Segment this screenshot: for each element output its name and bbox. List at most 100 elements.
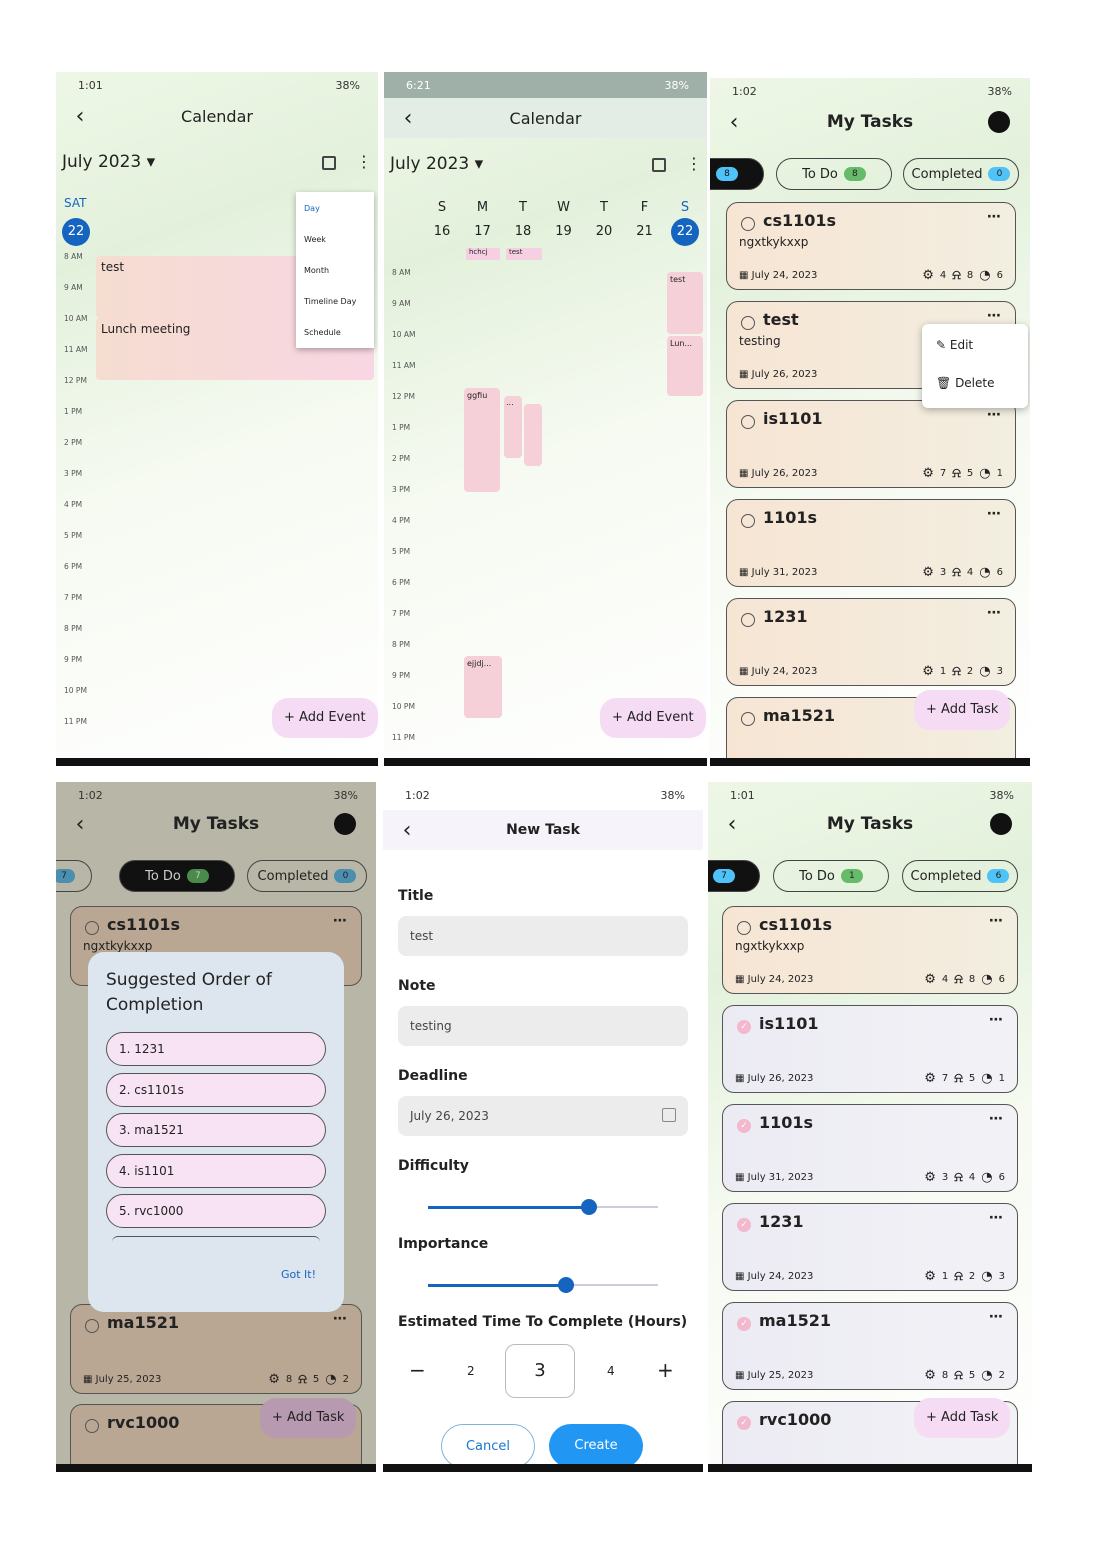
- checkbox-icon[interactable]: [741, 613, 755, 627]
- calendar-today-icon[interactable]: [322, 156, 336, 170]
- day-number[interactable]: 22: [62, 218, 90, 246]
- weekday-number[interactable]: 16: [428, 218, 456, 246]
- edit-menu-item[interactable]: ✎ Edit: [936, 338, 973, 352]
- checkbox-icon[interactable]: [85, 1419, 99, 1433]
- more-horiz-icon[interactable]: ⋯: [987, 407, 1001, 423]
- month-selector[interactable]: July 2023 ▾: [62, 152, 155, 172]
- tab-all[interactable]: 7: [56, 860, 92, 892]
- more-horiz-icon[interactable]: ⋯: [989, 1012, 1003, 1028]
- back-icon[interactable]: ‹: [66, 104, 94, 129]
- checkbox-icon[interactable]: [85, 921, 99, 935]
- event-ggfiu[interactable]: ggfiu: [464, 388, 500, 492]
- add-event-button[interactable]: + Add Event: [272, 698, 378, 738]
- add-task-button[interactable]: + Add Task: [914, 690, 1011, 730]
- check-circle-icon[interactable]: ✓: [737, 1317, 751, 1331]
- tab-all[interactable]: 7: [708, 860, 760, 892]
- weekday-number[interactable]: 18: [509, 218, 537, 246]
- more-horiz-icon[interactable]: ⋯: [989, 1210, 1003, 1226]
- delete-menu-item[interactable]: 🗑 Delete: [936, 376, 995, 390]
- more-horiz-icon[interactable]: ⋯: [987, 605, 1001, 621]
- title-input[interactable]: test: [398, 916, 688, 956]
- create-button[interactable]: Create: [549, 1424, 643, 1464]
- task-card[interactable]: cs1101s ngxtkykxxp ⋯ ▦ July 24, 2023 ⚙ 4 ⍾ 8 ◔ 6: [722, 906, 1018, 994]
- check-circle-icon[interactable]: ✓: [737, 1416, 751, 1430]
- cancel-button[interactable]: Cancel: [441, 1424, 535, 1464]
- importance-slider[interactable]: [428, 1277, 658, 1293]
- task-card[interactable]: ✓ 1101s ⋯ ▦ July 31, 2023 ⚙ 3 ⍾ 4 ◔ 6: [722, 1104, 1018, 1192]
- difficulty-slider[interactable]: [428, 1199, 658, 1215]
- task-card[interactable]: is1101 ⋯ ▦ July 26, 2023 ⚙ 7 ⍾ 5 ◔ 1: [726, 400, 1016, 488]
- tab-todo[interactable]: To Do 8: [776, 158, 892, 190]
- ai-order-icon[interactable]: [988, 111, 1010, 133]
- task-card[interactable]: ✓ ma1521 ⋯ ▦ July 25, 2023 ⚙ 8 ⍾ 5 ◔ 2: [722, 1302, 1018, 1390]
- picker-next-value[interactable]: 4: [607, 1364, 615, 1378]
- month-selector[interactable]: July 2023 ▾: [390, 154, 483, 174]
- back-icon[interactable]: ‹: [393, 818, 421, 843]
- menu-item-day[interactable]: Day: [304, 204, 320, 213]
- check-circle-icon[interactable]: ✓: [737, 1218, 751, 1232]
- menu-item-timeline-day[interactable]: Timeline Day: [304, 297, 356, 306]
- tab-todo[interactable]: To Do 1: [773, 860, 889, 892]
- tab-all[interactable]: 8: [710, 158, 764, 190]
- task-card[interactable]: ✓ is1101 ⋯ ▦ July 26, 2023 ⚙ 7 ⍾ 5 ◔ 1: [722, 1005, 1018, 1093]
- ai-order-icon[interactable]: [990, 813, 1012, 835]
- checkbox-icon[interactable]: [741, 415, 755, 429]
- tab-completed[interactable]: Completed 0: [903, 158, 1019, 190]
- calendar-icon[interactable]: [662, 1108, 676, 1122]
- more-vert-icon[interactable]: ⋮: [686, 154, 702, 173]
- checkbox-icon[interactable]: [741, 514, 755, 528]
- more-horiz-icon[interactable]: ⋯: [333, 1311, 347, 1327]
- picker-prev-value[interactable]: 2: [467, 1364, 475, 1378]
- tab-todo[interactable]: To Do 7: [119, 860, 235, 892]
- weekday-number[interactable]: 20: [590, 218, 618, 246]
- task-card[interactable]: 1231 ⋯ ▦ July 24, 2023 ⚙ 1 ⍾ 2 ◔ 3: [726, 598, 1016, 686]
- decrement-button[interactable]: −: [409, 1358, 426, 1382]
- weekday-number[interactable]: 22: [671, 218, 699, 246]
- menu-item-month[interactable]: Month: [304, 266, 329, 275]
- more-horiz-icon[interactable]: ⋯: [989, 913, 1003, 929]
- add-task-button[interactable]: + Add Task: [914, 1398, 1011, 1438]
- more-horiz-icon[interactable]: ⋯: [987, 506, 1001, 522]
- importance-thumb[interactable]: [558, 1277, 574, 1293]
- checkbox-icon[interactable]: [741, 217, 755, 231]
- task-card-ma1521[interactable]: ma1521 ⋯ ▦ July 25, 2023 ⚙ 8 ⍾ 5 ◔ 2: [70, 1304, 362, 1394]
- increment-button[interactable]: +: [657, 1358, 674, 1382]
- checkbox-icon[interactable]: [741, 712, 755, 726]
- event-ejjdj[interactable]: ejjdj...: [464, 656, 502, 718]
- ai-order-icon[interactable]: [334, 813, 356, 835]
- more-horiz-icon[interactable]: ⋯: [989, 1309, 1003, 1325]
- menu-item-schedule[interactable]: Schedule: [304, 328, 341, 337]
- event-lunch[interactable]: Lun...: [667, 336, 703, 396]
- checkbox-icon[interactable]: [741, 316, 755, 330]
- task-card[interactable]: 1101s ⋯ ▦ July 31, 2023 ⚙ 3 ⍾ 4 ◔ 6: [726, 499, 1016, 587]
- estimated-hours-picker[interactable]: 3: [505, 1344, 575, 1398]
- event-test[interactable]: test: [667, 272, 703, 334]
- more-horiz-icon[interactable]: ⋯: [987, 308, 1001, 324]
- back-icon[interactable]: ‹: [720, 110, 748, 135]
- chip-hchcj[interactable]: hchcj: [466, 248, 500, 260]
- more-horiz-icon[interactable]: ⋯: [989, 1111, 1003, 1127]
- difficulty-thumb[interactable]: [581, 1199, 597, 1215]
- more-vert-icon[interactable]: ⋮: [356, 152, 372, 171]
- checkbox-icon[interactable]: [85, 1319, 99, 1333]
- note-input[interactable]: testing: [398, 1006, 688, 1046]
- back-icon[interactable]: ‹: [66, 812, 94, 837]
- back-icon[interactable]: ‹: [718, 812, 746, 837]
- chip-test[interactable]: test: [506, 248, 542, 260]
- weekday-number[interactable]: 21: [631, 218, 659, 246]
- add-task-button[interactable]: + Add Task: [260, 1398, 357, 1438]
- calendar-today-icon[interactable]: [652, 158, 666, 172]
- add-event-button[interactable]: + Add Event: [600, 698, 706, 738]
- back-icon[interactable]: ‹: [394, 106, 422, 131]
- more-horiz-icon[interactable]: ⋯: [333, 913, 347, 929]
- task-card[interactable]: cs1101s ngxtkykxxp ⋯ ▦ July 24, 2023 ⚙ 4 ⍾ 8 ◔ 6: [726, 202, 1016, 290]
- got-it-button[interactable]: Got It!: [281, 1268, 316, 1281]
- task-card[interactable]: ✓ 1231 ⋯ ▦ July 24, 2023 ⚙ 1 ⍾ 2 ◔ 3: [722, 1203, 1018, 1291]
- tab-completed[interactable]: Completed 0: [247, 860, 367, 892]
- event-more[interactable]: ...: [504, 396, 522, 458]
- deadline-input[interactable]: July 26, 2023: [398, 1096, 688, 1136]
- weekday-number[interactable]: 17: [469, 218, 497, 246]
- weekday-number[interactable]: 19: [550, 218, 578, 246]
- check-circle-icon[interactable]: ✓: [737, 1119, 751, 1133]
- tab-completed[interactable]: Completed 6: [902, 860, 1018, 892]
